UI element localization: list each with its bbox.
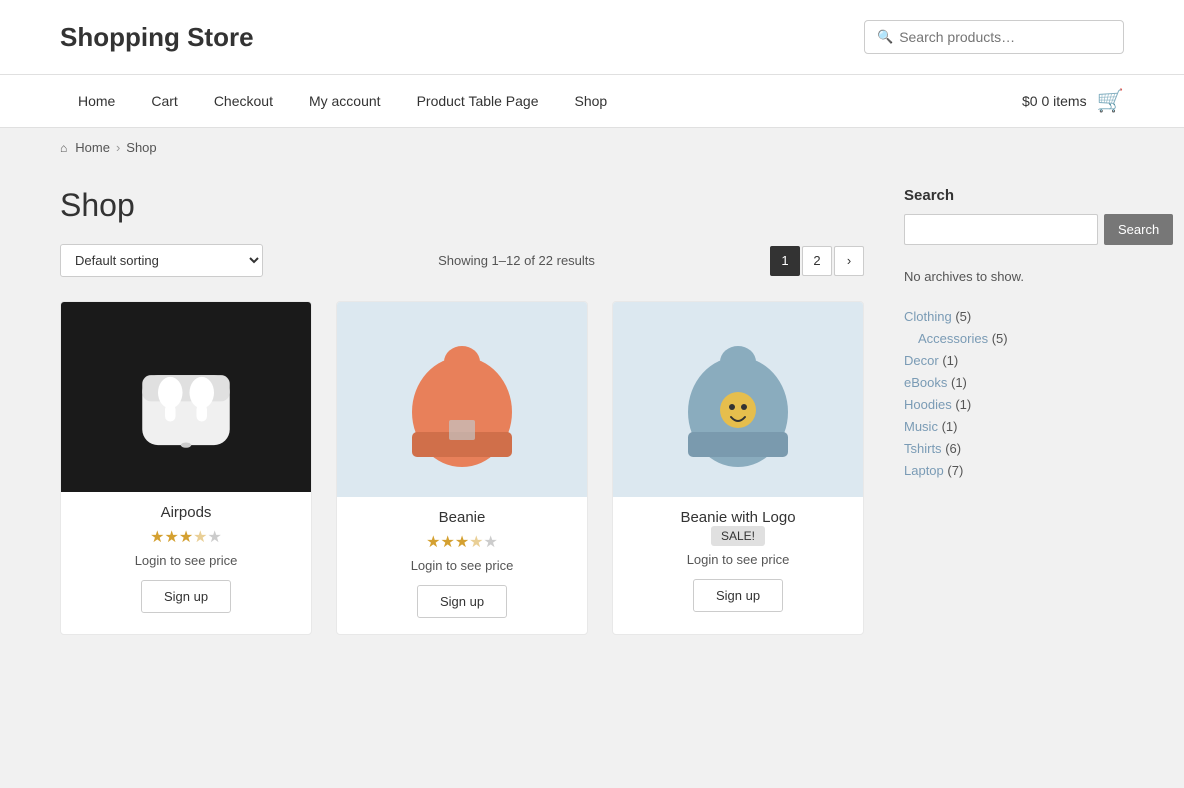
category-item-hoodies: Hoodies (1)	[904, 396, 1124, 412]
product-name-beanie[interactable]: Beanie	[439, 509, 486, 526]
nav-item-my-account[interactable]: My account	[291, 75, 399, 127]
site-title: Shopping Store	[60, 22, 254, 53]
category-item-clothing: Clothing (5)	[904, 308, 1124, 324]
product-rating-airpods: ★ ★ ★ ★ ★	[150, 527, 222, 547]
nav-item-product-table[interactable]: Product Table Page	[399, 75, 557, 127]
site-nav: Home Cart Checkout My account Product Ta…	[0, 75, 1184, 128]
cart-area: $0 0 items 🛒	[1022, 88, 1124, 114]
sidebar-search-button[interactable]: Search	[1104, 214, 1173, 245]
search-icon: 🔍	[877, 29, 893, 45]
header-search-bar: 🔍	[864, 20, 1124, 54]
breadcrumb-separator: ›	[116, 140, 120, 155]
sign-up-btn-beanie[interactable]: Sign up	[417, 585, 507, 618]
category-link-accessories[interactable]: Accessories (5)	[918, 331, 1008, 346]
product-price-beanie-logo: Login to see price	[687, 552, 790, 567]
category-link-ebooks[interactable]: eBooks (1)	[904, 375, 967, 390]
product-name-airpods[interactable]: Airpods	[161, 504, 212, 521]
nav-item-cart[interactable]: Cart	[133, 75, 195, 127]
breadcrumb: ⌂ Home › Shop	[0, 128, 1184, 167]
category-link-tshirts[interactable]: Tshirts (6)	[904, 441, 961, 456]
site-header: Shopping Store 🔍	[0, 0, 1184, 75]
page-next-btn[interactable]: ›	[834, 246, 864, 276]
product-name-beanie-logo[interactable]: Beanie with Logo	[680, 509, 795, 526]
no-archives-text: No archives to show.	[904, 269, 1124, 284]
nav-item-shop[interactable]: Shop	[557, 75, 626, 127]
product-card-airpods: Airpods ★ ★ ★ ★ ★ Login to see price Sig…	[60, 301, 312, 635]
nav-links: Home Cart Checkout My account Product Ta…	[60, 75, 625, 127]
main-content: Shop Default sorting Sort by popularity …	[0, 167, 1184, 767]
category-item-ebooks: eBooks (1)	[904, 374, 1124, 390]
header-search-input[interactable]	[899, 29, 1111, 45]
product-rating-beanie: ★ ★ ★ ★ ★	[426, 532, 498, 552]
shop-title: Shop	[60, 187, 864, 224]
sign-up-btn-airpods[interactable]: Sign up	[141, 580, 231, 613]
category-item-accessories: Accessories (5)	[904, 330, 1124, 346]
category-link-clothing[interactable]: Clothing (5)	[904, 309, 971, 324]
product-grid: Airpods ★ ★ ★ ★ ★ Login to see price Sig…	[60, 301, 864, 635]
product-image-beanie-logo[interactable]	[613, 302, 863, 497]
category-item-tshirts: Tshirts (6)	[904, 440, 1124, 456]
breadcrumb-home-link[interactable]: Home	[75, 140, 110, 155]
page-1-btn[interactable]: 1	[770, 246, 800, 276]
sidebar-search-widget: Search Search	[904, 187, 1124, 245]
page-2-btn[interactable]: 2	[802, 246, 832, 276]
product-price-beanie: Login to see price	[411, 558, 514, 573]
nav-item-checkout[interactable]: Checkout	[196, 75, 291, 127]
sign-up-btn-beanie-logo[interactable]: Sign up	[693, 579, 783, 612]
sort-select[interactable]: Default sorting Sort by popularity Sort …	[60, 244, 263, 277]
category-link-decor[interactable]: Decor (1)	[904, 353, 958, 368]
sidebar: Search Search No archives to show. Cloth…	[904, 187, 1124, 727]
category-link-music[interactable]: Music (1)	[904, 419, 957, 434]
results-count: Showing 1–12 of 22 results	[438, 253, 595, 268]
pagination: 1 2 ›	[770, 246, 864, 276]
sidebar-search-title: Search	[904, 187, 1124, 204]
cart-price: $0 0 items	[1022, 93, 1087, 109]
home-icon: ⌂	[60, 141, 67, 155]
sale-badge-beanie-logo: SALE!	[711, 526, 765, 546]
breadcrumb-current: Shop	[126, 140, 156, 155]
sidebar-search-input[interactable]	[904, 214, 1098, 245]
category-item-music: Music (1)	[904, 418, 1124, 434]
category-link-laptop[interactable]: Laptop (7)	[904, 463, 963, 478]
shop-controls: Default sorting Sort by popularity Sort …	[60, 244, 864, 277]
shop-area: Shop Default sorting Sort by popularity …	[60, 187, 864, 727]
product-card-beanie: Beanie ★ ★ ★ ★ ★ Login to see price Sign…	[336, 301, 588, 635]
category-item-laptop: Laptop (7)	[904, 462, 1124, 478]
product-image-beanie[interactable]	[337, 302, 587, 497]
product-card-beanie-logo: Beanie with Logo SALE! Login to see pric…	[612, 301, 864, 635]
sidebar-search-row: Search	[904, 214, 1124, 245]
category-link-hoodies[interactable]: Hoodies (1)	[904, 397, 971, 412]
category-list: Clothing (5) Accessories (5) Decor (1) e…	[904, 308, 1124, 478]
cart-icon[interactable]: 🛒	[1097, 88, 1124, 114]
nav-item-home[interactable]: Home	[60, 75, 133, 127]
product-image-airpods[interactable]	[61, 302, 311, 492]
product-price-airpods: Login to see price	[135, 553, 238, 568]
category-item-decor: Decor (1)	[904, 352, 1124, 368]
